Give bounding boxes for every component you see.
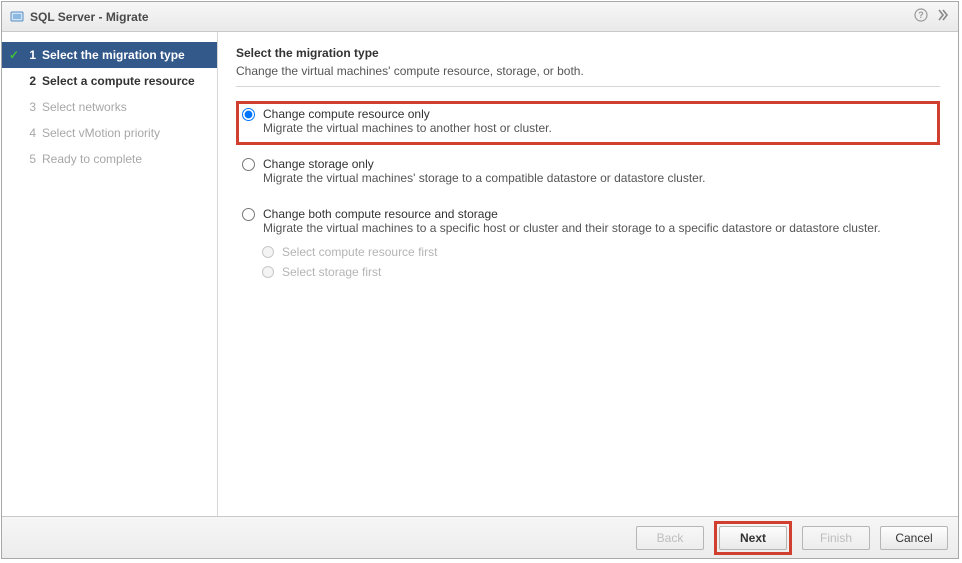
window-title: SQL Server - Migrate <box>30 10 149 24</box>
wizard-body: ✓ 1 Select the migration type ✓ 2 Select… <box>2 32 958 516</box>
option-title: Change compute resource only <box>263 107 552 121</box>
radio-disabled-icon <box>262 266 274 278</box>
suboption-group: Select compute resource first Select sto… <box>242 245 934 279</box>
step-label: Select a compute resource <box>42 74 195 88</box>
finish-button[interactable]: Finish <box>802 526 870 550</box>
option-desc: Migrate the virtual machines to another … <box>263 121 552 135</box>
subopt-label: Select compute resource first <box>282 245 437 259</box>
step-select-vmotion-priority: ✓ 4 Select vMotion priority <box>2 120 217 146</box>
step-select-networks: ✓ 3 Select networks <box>2 94 217 120</box>
step-ready-to-complete: ✓ 5 Ready to complete <box>2 146 217 172</box>
subopt-label: Select storage first <box>282 265 381 279</box>
step-label: Select the migration type <box>42 48 185 62</box>
step-select-migration-type[interactable]: ✓ 1 Select the migration type <box>2 42 217 68</box>
step-label: Select vMotion priority <box>42 126 160 140</box>
option-desc: Migrate the virtual machines to a specif… <box>263 221 881 235</box>
next-button[interactable]: Next <box>719 526 787 550</box>
option-change-storage[interactable]: Change storage only Migrate the virtual … <box>236 151 940 195</box>
step-label: Select networks <box>42 100 127 114</box>
option-title: Change storage only <box>263 157 706 171</box>
step-number: 4 <box>22 126 36 140</box>
radio-disabled-icon <box>262 246 274 258</box>
option-title: Change both compute resource and storage <box>263 207 881 221</box>
divider <box>236 86 940 87</box>
page-heading: Select the migration type <box>236 46 940 60</box>
radio-change-storage[interactable] <box>242 158 255 171</box>
vm-icon <box>10 10 24 24</box>
step-label: Ready to complete <box>42 152 142 166</box>
titlebar: SQL Server - Migrate ? <box>2 2 958 32</box>
step-select-compute-resource[interactable]: ✓ 2 Select a compute resource <box>2 68 217 94</box>
page-subtitle: Change the virtual machines' compute res… <box>236 64 940 78</box>
subopt-storage-first: Select storage first <box>262 265 934 279</box>
help-icon[interactable]: ? <box>914 8 928 25</box>
wizard-footer: Back Next Finish Cancel <box>2 516 958 558</box>
undock-icon[interactable] <box>936 8 950 25</box>
svg-text:?: ? <box>918 10 924 20</box>
back-button[interactable]: Back <box>636 526 704 550</box>
wizard-main-panel: Select the migration type Change the vir… <box>218 32 958 516</box>
radio-change-compute[interactable] <box>242 108 255 121</box>
migrate-wizard: SQL Server - Migrate ? ✓ 1 Select the mi… <box>1 1 959 559</box>
option-change-both[interactable]: Change both compute resource and storage… <box>236 201 940 295</box>
step-number: 2 <box>22 74 36 88</box>
next-button-highlight: Next <box>714 521 792 555</box>
option-change-compute-resource[interactable]: Change compute resource only Migrate the… <box>236 101 940 145</box>
check-icon: ✓ <box>6 48 22 62</box>
step-number: 3 <box>22 100 36 114</box>
step-number: 5 <box>22 152 36 166</box>
step-number: 1 <box>22 48 36 62</box>
wizard-steps-sidebar: ✓ 1 Select the migration type ✓ 2 Select… <box>2 32 218 516</box>
radio-change-both[interactable] <box>242 208 255 221</box>
cancel-button[interactable]: Cancel <box>880 526 948 550</box>
subopt-compute-first: Select compute resource first <box>262 245 934 259</box>
option-desc: Migrate the virtual machines' storage to… <box>263 171 706 185</box>
